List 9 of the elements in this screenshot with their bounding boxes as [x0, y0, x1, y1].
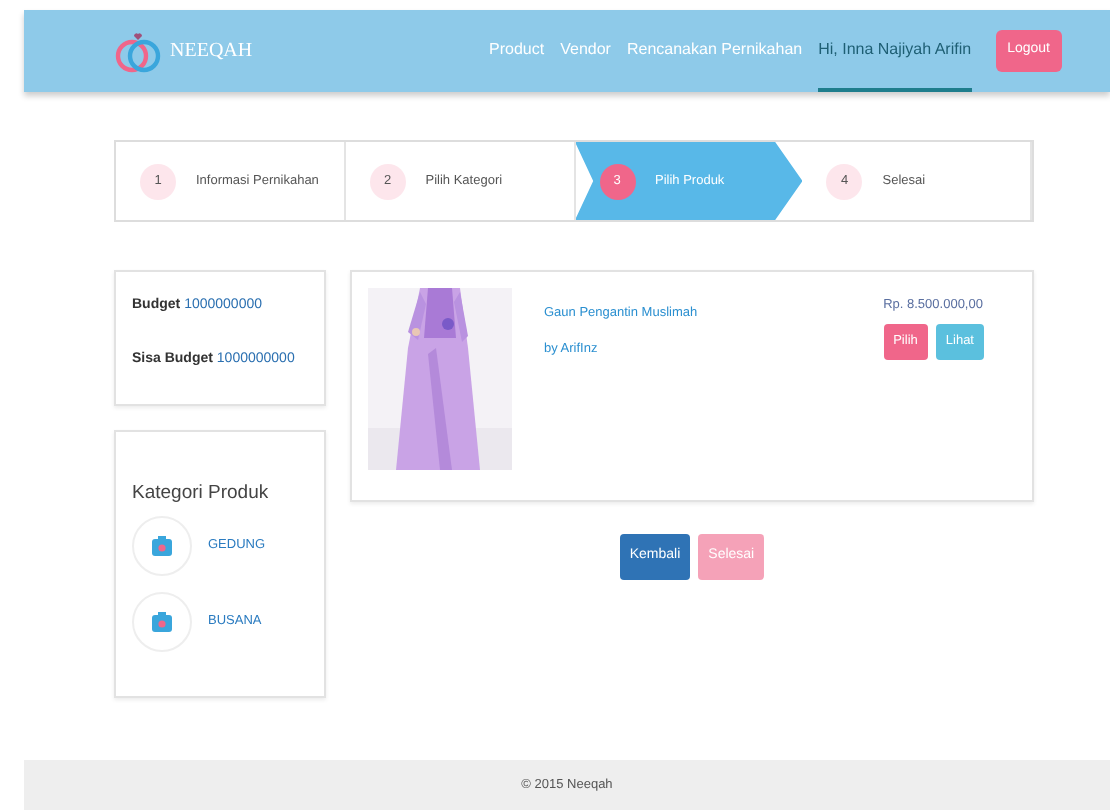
nav-link[interactable]: Hi, Inna Najiyah Arifin: [818, 11, 972, 91]
camera-icon: [152, 612, 172, 633]
brand-name[interactable]: NEEQAH: [170, 36, 253, 66]
nav-link[interactable]: Rencanakan Pernikahan: [626, 11, 803, 91]
rings-logo-icon: [114, 29, 162, 73]
camera-icon: [152, 536, 172, 557]
nav-link[interactable]: Vendor: [560, 11, 611, 91]
nav-link[interactable]: Product: [489, 11, 545, 91]
category-title: Kategori Produk: [132, 480, 271, 508]
